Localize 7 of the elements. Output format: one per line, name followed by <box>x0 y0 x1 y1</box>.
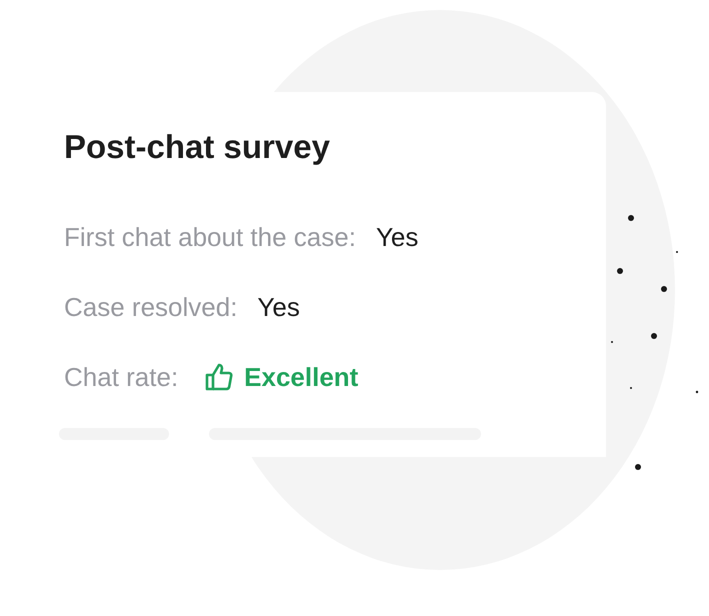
rating-value: Excellent <box>244 362 358 392</box>
field-value: Yes <box>376 222 418 252</box>
field-label: Chat rate: <box>64 362 178 392</box>
field-label: First chat about the case: <box>64 222 356 252</box>
field-value: Yes <box>257 292 300 322</box>
card-title: Post-chat survey <box>64 128 330 166</box>
field-label: Case resolved: <box>64 292 238 322</box>
